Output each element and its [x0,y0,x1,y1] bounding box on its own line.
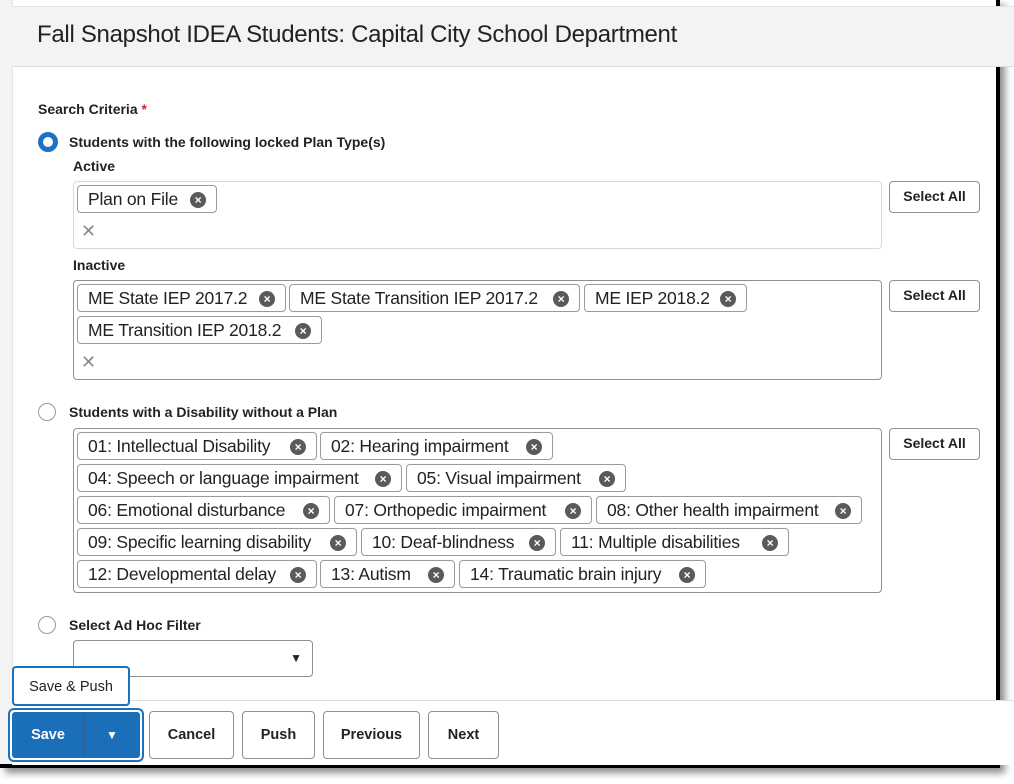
remove-chip-icon[interactable]: × [599,471,615,487]
chip-label: ME State Transition IEP 2017.2 [300,288,538,308]
chip-label: 11: Multiple disabilities [571,532,740,552]
cancel-button[interactable]: Cancel [149,711,234,759]
chip: Plan on File × [77,185,217,213]
radio-locked-plan-types[interactable] [38,132,58,152]
remove-chip-icon[interactable]: × [526,439,542,455]
chip-label: 01: Intellectual Disability [88,436,271,456]
option-disability-without-plan-label: Students with a Disability without a Pla… [69,404,338,420]
save-split-inner: Save ▼ [12,712,140,758]
chip-label: 09: Specific learning disability [88,532,312,552]
select-all-active-button[interactable]: Select All [889,181,980,213]
chip: 08: Other health impairment × [596,496,862,524]
option-ad-hoc-filter-label: Select Ad Hoc Filter [69,617,201,633]
required-marker: * [141,101,147,117]
remove-chip-icon[interactable]: × [295,323,311,339]
search-criteria-label: Search Criteria * [38,101,147,117]
page-header: Fall Snapshot IDEA Students: Capital Cit… [12,6,1014,67]
save-and-push-menu-item[interactable]: Save & Push [12,666,130,706]
remove-chip-icon[interactable]: × [553,291,569,307]
inactive-label: Inactive [73,257,126,273]
chip: 11: Multiple disabilities × [560,528,789,556]
chip: ME State Transition IEP 2017.2 × [289,284,580,312]
remove-chip-icon[interactable]: × [303,503,319,519]
chip-label: 13: Autism [331,564,411,584]
previous-button[interactable]: Previous [323,711,420,759]
chip: ME Transition IEP 2018.2 × [77,316,322,344]
push-button[interactable]: Push [242,711,315,759]
radio-disability-without-plan[interactable] [38,403,56,421]
remove-chip-icon[interactable]: × [190,192,206,208]
select-all-disability-button[interactable]: Select All [889,428,980,460]
chip-label: ME IEP 2018.2 [595,288,710,308]
option-locked-plan-types-label: Students with the following locked Plan … [69,134,386,150]
active-label: Active [73,158,116,174]
chip-label: 14: Traumatic brain injury [470,564,662,584]
chip: 05: Visual impairment × [406,464,626,492]
search-criteria-text: Search Criteria [38,101,138,117]
save-split-button: Save ▼ [8,708,144,762]
chip: 14: Traumatic brain injury × [459,560,706,588]
remove-chip-icon[interactable]: × [290,439,306,455]
chip: 09: Specific learning disability × [77,528,357,556]
remove-chip-icon[interactable]: × [529,535,545,551]
chip-label: 06: Emotional disturbance [88,500,286,520]
chip: 01: Intellectual Disability × [77,432,317,460]
clear-all-icon[interactable]: ✕ [81,221,96,242]
chip: 07: Orthopedic impairment × [334,496,592,524]
chip: 06: Emotional disturbance × [77,496,330,524]
chip: ME IEP 2018.2 × [584,284,747,312]
chip-label: ME Transition IEP 2018.2 [88,320,282,340]
save-options-dropdown-icon[interactable]: ▼ [84,712,140,758]
chip: 13: Autism × [320,560,455,588]
save-button[interactable]: Save [12,712,85,758]
remove-chip-icon[interactable]: × [835,503,851,519]
select-all-inactive-button[interactable]: Select All [889,280,980,312]
clear-all-icon[interactable]: ✕ [81,352,96,373]
remove-chip-icon[interactable]: × [565,503,581,519]
page-title: Fall Snapshot IDEA Students: Capital Cit… [37,21,677,48]
remove-chip-icon[interactable]: × [330,535,346,551]
remove-chip-icon[interactable]: × [290,567,306,583]
remove-chip-icon[interactable]: × [375,471,391,487]
remove-chip-icon[interactable]: × [762,535,778,551]
chip-label: 05: Visual impairment [417,468,581,488]
chip-label: 07: Orthopedic impairment [345,500,547,520]
chip-label: ME State IEP 2017.2 [88,288,248,308]
chip-label: 02: Hearing impairment [331,436,509,456]
chip: ME State IEP 2017.2 × [77,284,286,312]
next-button[interactable]: Next [428,711,499,759]
chip: 02: Hearing impairment × [320,432,553,460]
chip: 12: Developmental delay × [77,560,317,588]
remove-chip-icon[interactable]: × [259,291,275,307]
chip-label: 04: Speech or language impairment [88,468,359,488]
chip-label: 12: Developmental delay [88,564,277,584]
chip: 04: Speech or language impairment × [77,464,402,492]
chip: 10: Deaf-blindness × [361,528,556,556]
radio-ad-hoc-filter[interactable] [38,616,56,634]
remove-chip-icon[interactable]: × [679,567,695,583]
chip-label: 10: Deaf-blindness [372,532,515,552]
chip-label: Plan on File [88,189,179,209]
remove-chip-icon[interactable]: × [428,567,444,583]
caret-down-icon: ▼ [290,651,302,665]
chip-label: 08: Other health impairment [607,500,819,520]
remove-chip-icon[interactable]: × [720,291,736,307]
